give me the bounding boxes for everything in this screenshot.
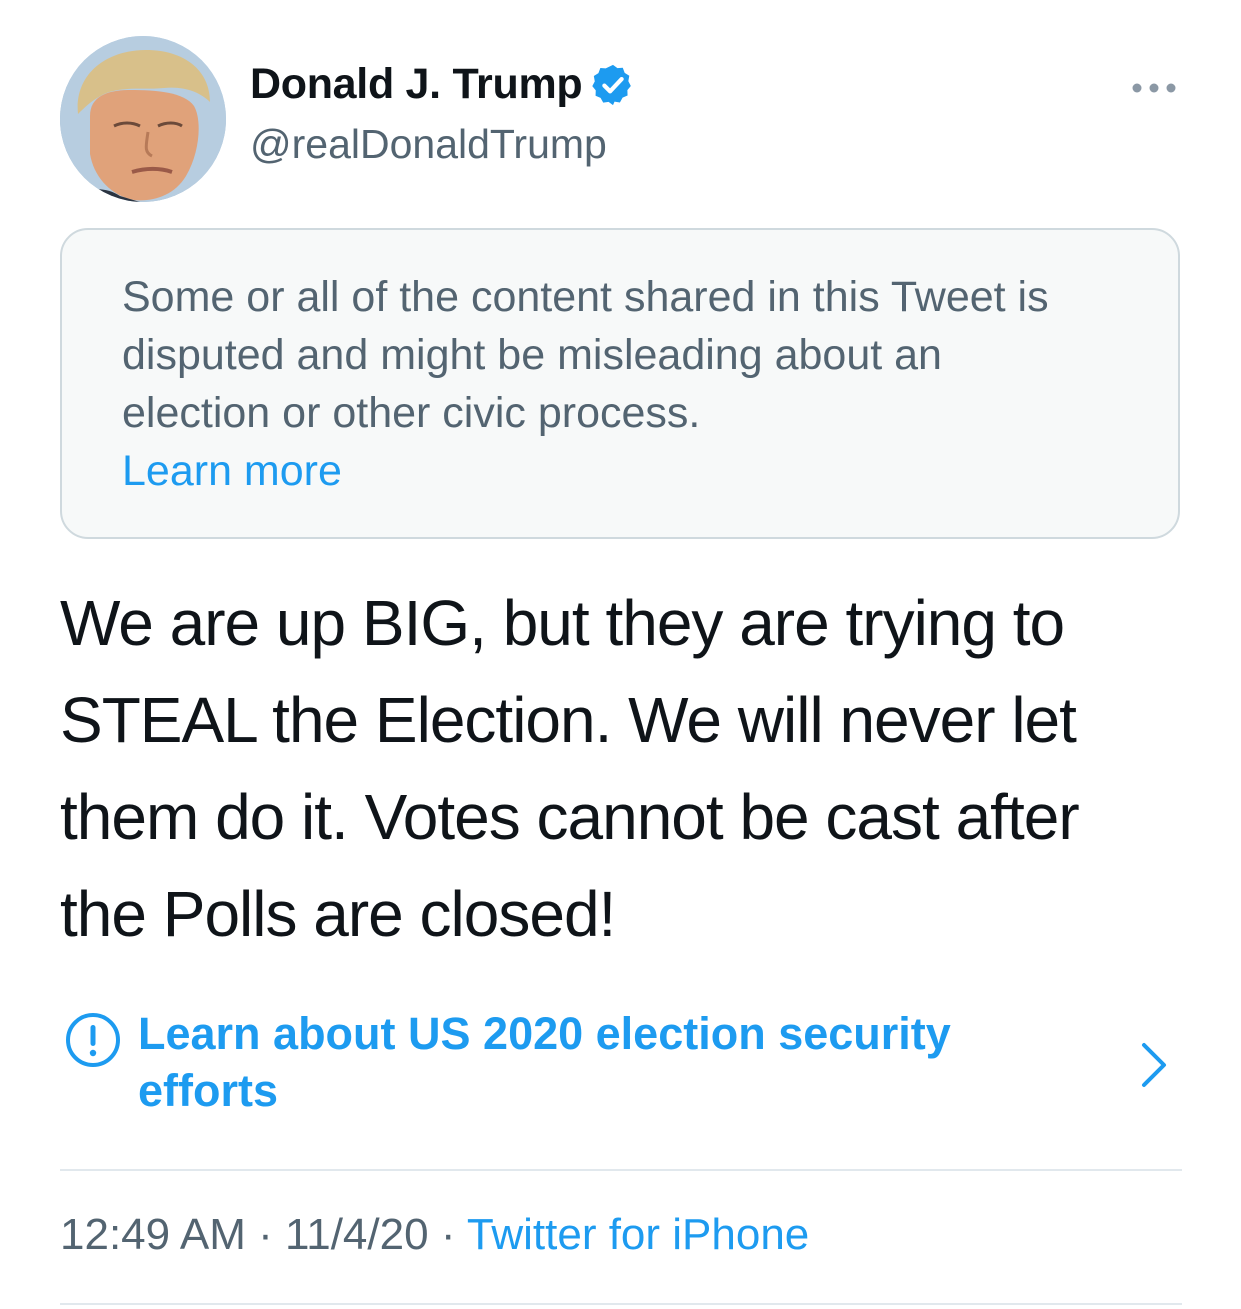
tweet-date[interactable]: 11/4/20 xyxy=(285,1210,429,1259)
divider xyxy=(60,1303,1182,1305)
verified-badge-icon xyxy=(592,64,632,105)
author-display-name[interactable]: Donald J. Trump xyxy=(250,60,636,109)
chevron-right-icon xyxy=(1142,1043,1166,1087)
notice-message: Some or all of the content shared in thi… xyxy=(122,273,1049,437)
election-info-label: Learn about US 2020 election security ef… xyxy=(138,1008,951,1116)
tweet-time[interactable]: 12:49 AM xyxy=(60,1210,246,1259)
divider xyxy=(60,1169,1182,1171)
avatar[interactable] xyxy=(60,36,226,202)
tweet-text: We are up BIG, but they are trying to ST… xyxy=(60,587,1080,950)
author-handle[interactable]: @realDonaldTrump xyxy=(250,121,607,168)
notice-text-block: Some or all of the content shared in thi… xyxy=(122,268,1082,500)
info-icon xyxy=(66,1013,120,1067)
author-name-text: Donald J. Trump xyxy=(250,60,583,108)
disputed-content-notice: Some or all of the content shared in thi… xyxy=(60,228,1180,539)
election-info-link[interactable]: Learn about US 2020 election security ef… xyxy=(60,1005,1180,1125)
profile-photo-icon xyxy=(60,36,226,202)
meta-separator: · xyxy=(258,1210,273,1259)
more-horizontal-icon xyxy=(1132,83,1176,93)
learn-more-link[interactable]: Learn more xyxy=(122,442,1082,500)
meta-separator: · xyxy=(440,1210,456,1259)
tweet-source-link[interactable]: Twitter for iPhone xyxy=(467,1210,809,1259)
more-options-button[interactable] xyxy=(1128,70,1180,106)
tweet-metadata: 12:49 AM · 11/4/20 · Twitter for iPhone xyxy=(60,1210,809,1260)
